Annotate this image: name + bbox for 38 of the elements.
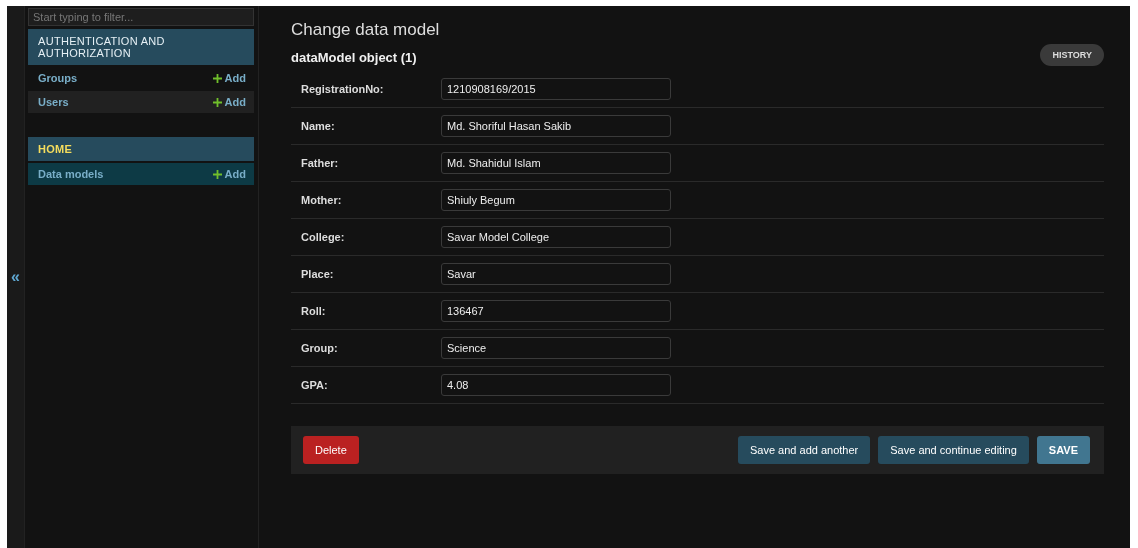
field-label: Name:	[301, 120, 336, 132]
input-field[interactable]: 1210908169/2015	[441, 78, 671, 100]
field-label: Group:	[301, 342, 339, 354]
filter-field[interactable]: Start typing to filter...	[28, 8, 254, 26]
input-field[interactable]: Md. Shahidul Islam	[441, 152, 671, 174]
field-label: GPA:	[301, 379, 329, 391]
delete-button[interactable]: Delete	[303, 436, 359, 464]
plus-icon	[212, 97, 222, 107]
field-label: Roll:	[301, 305, 327, 317]
field-label: Place:	[301, 268, 335, 280]
input-field[interactable]: Science	[441, 337, 671, 359]
field-label: College:	[301, 231, 346, 243]
module-header: AUTHENTICATION AND AUTHORIZATION	[28, 29, 254, 65]
save-button[interactable]: SAVE	[1036, 436, 1090, 464]
add-link[interactable]: Add	[212, 96, 246, 108]
history-button[interactable]: HISTORY	[1040, 44, 1104, 66]
field-label: RegistrationNo:	[301, 83, 385, 95]
input-field[interactable]: Md. Shoriful Hasan Sakib	[441, 115, 671, 137]
field-label: Mother:	[301, 194, 343, 206]
input-field[interactable]: Savar Model College	[441, 226, 671, 248]
input-field[interactable]: Shiuly Begum	[441, 189, 671, 211]
field-label: Father:	[301, 157, 340, 169]
object-title: dataModel object (1)	[291, 50, 418, 65]
input-field[interactable]: 136467	[441, 300, 671, 322]
model-link[interactable]: Data models	[38, 168, 104, 180]
save-button[interactable]: Save and add another	[738, 436, 871, 464]
module-header: HOME	[28, 137, 254, 161]
plus-icon	[212, 73, 222, 83]
model-link[interactable]: Groups	[38, 72, 78, 84]
page-title: Change data model	[291, 20, 440, 40]
add-link[interactable]: Add	[212, 72, 246, 84]
save-button[interactable]: Save and continue editing	[878, 436, 1029, 464]
plus-icon	[212, 169, 222, 179]
model-link[interactable]: Users	[38, 96, 69, 108]
input-field[interactable]: 4.08	[441, 374, 671, 396]
collapse-sidebar-button[interactable]: «	[11, 268, 20, 286]
input-field[interactable]: Savar	[441, 263, 671, 285]
add-link[interactable]: Add	[212, 168, 246, 180]
